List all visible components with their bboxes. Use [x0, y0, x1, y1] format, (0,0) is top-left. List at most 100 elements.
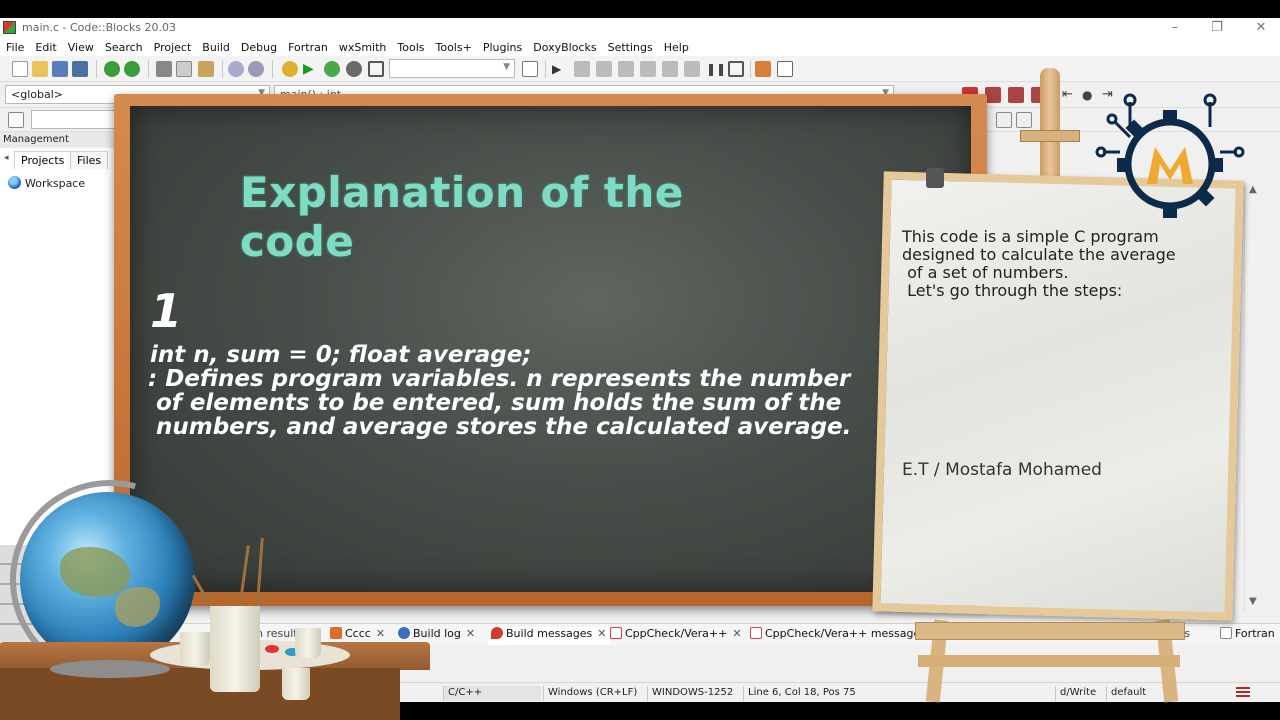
globe-stand — [50, 660, 170, 678]
step-out-icon[interactable] — [640, 61, 656, 77]
main-toolbar: ▶ ▼ ▶ ❚❚ — [0, 56, 1280, 82]
scroll-up-icon[interactable]: ▲ — [1249, 184, 1257, 195]
menu-view[interactable]: View — [62, 38, 99, 54]
explanation-text: : Defines program variables. n represent… — [148, 367, 888, 439]
next-instruction-icon[interactable] — [662, 61, 678, 77]
run-icon[interactable]: ▶ — [303, 61, 319, 77]
step-into-icon[interactable] — [618, 61, 634, 77]
toolbar-separator — [222, 60, 223, 78]
bookmark-next-icon[interactable] — [1008, 87, 1024, 103]
explanation-line: : Defines program variables. n represent… — [148, 366, 851, 392]
paint-cup — [180, 632, 210, 666]
tab-build-messages[interactable]: Build messages ✕ — [488, 627, 610, 645]
menu-debug[interactable]: Debug — [235, 38, 282, 54]
menu-build[interactable]: Build — [196, 38, 235, 54]
menu-edit[interactable]: Edit — [29, 38, 61, 54]
gear-icon — [398, 627, 410, 639]
save-all-icon[interactable] — [72, 61, 88, 77]
debug-windows-icon[interactable] — [755, 61, 771, 77]
chalkboard-frame: Explanation of the code 1 int n, sum = 0… — [114, 94, 987, 606]
editor-scrollbar[interactable]: ▲ ▼ — [1244, 182, 1261, 612]
paper-text: This code is a simple C program designed… — [902, 228, 1222, 300]
copy-icon[interactable] — [176, 61, 192, 77]
restore-button[interactable]: ❐ — [1202, 19, 1232, 37]
app-icon — [3, 21, 16, 34]
next-line-icon[interactable] — [596, 61, 612, 77]
tab-cppcheck[interactable]: CppCheck/Vera++ ✕ — [610, 627, 742, 645]
easel-crossbar — [918, 655, 1180, 667]
paper-line: Let's go through the steps: — [902, 281, 1123, 300]
tab-fortran-partial[interactable]: Fortran — [1220, 627, 1275, 645]
menu-project[interactable]: Project — [148, 38, 197, 54]
close-icon[interactable]: ✕ — [597, 627, 606, 640]
menu-plugins[interactable]: Plugins — [477, 38, 527, 54]
scroll-down-icon[interactable]: ▼ — [1249, 596, 1257, 607]
board-title: Explanation of the code — [240, 168, 684, 266]
search-options-icon[interactable] — [8, 112, 24, 128]
workspace-icon — [8, 176, 21, 189]
status-language: C/C++ — [443, 686, 541, 701]
menu-doxyblocks[interactable]: DoxyBlocks — [527, 38, 601, 54]
menu-tools-plus[interactable]: Tools+ — [430, 38, 477, 54]
close-button[interactable]: ✕ — [1246, 19, 1276, 37]
scope-combo-value: <global> — [11, 88, 63, 101]
document-icon — [610, 627, 622, 639]
menu-help[interactable]: Help — [658, 38, 694, 54]
build-target-combo[interactable]: ▼ — [389, 59, 515, 78]
cccc-icon — [330, 627, 342, 639]
cut-icon[interactable] — [156, 61, 172, 77]
brush-jar — [210, 606, 260, 692]
build-icon[interactable] — [282, 61, 298, 77]
find-icon[interactable] — [228, 61, 244, 77]
close-icon[interactable]: ✕ — [732, 627, 741, 640]
search-input[interactable] — [31, 110, 121, 129]
redo-icon[interactable] — [124, 61, 140, 77]
open-icon[interactable] — [32, 61, 48, 77]
explanation-line: of elements to be entered, sum holds the… — [148, 390, 842, 416]
menu-settings[interactable]: Settings — [602, 38, 658, 54]
bookmark-prev-icon[interactable] — [985, 87, 1001, 103]
match-case-icon[interactable] — [996, 112, 1012, 128]
undo-icon[interactable] — [104, 61, 120, 77]
new-file-icon[interactable] — [12, 61, 28, 77]
pause-icon[interactable]: ❚❚ — [706, 61, 726, 77]
paint-cup — [282, 668, 310, 700]
workspace-item[interactable]: Workspace — [8, 176, 85, 190]
menu-wxsmith[interactable]: wxSmith — [333, 38, 392, 54]
chalkboard: Explanation of the code 1 int n, sum = 0… — [130, 106, 971, 592]
explanation-line: numbers, and average stores the calculat… — [148, 414, 852, 440]
run-to-cursor-icon[interactable] — [574, 61, 590, 77]
build-run-icon[interactable] — [324, 61, 340, 77]
menu-fortran[interactable]: Fortran — [282, 38, 333, 54]
menu-file[interactable]: File — [0, 38, 29, 54]
regex-icon[interactable] — [1016, 112, 1032, 128]
target-options-icon[interactable] — [522, 61, 538, 77]
paste-icon[interactable] — [198, 61, 214, 77]
tab-fortran-label: Fortran — [1235, 627, 1275, 640]
tabs-scroll-left-icon[interactable]: ◂ — [4, 153, 9, 163]
status-position: Line 6, Col 18, Pos 75 — [743, 686, 860, 701]
toolbar-separator — [148, 60, 149, 78]
tab-build-messages-label: Build messages — [506, 627, 593, 640]
save-icon[interactable] — [52, 61, 68, 77]
abort-icon[interactable] — [368, 61, 384, 77]
close-icon[interactable]: ✕ — [376, 627, 385, 640]
tab-projects[interactable]: Projects — [14, 151, 72, 169]
menu-search[interactable]: Search — [99, 38, 148, 54]
jump-back-icon[interactable]: ⇤ — [1062, 87, 1078, 103]
pin-icon — [491, 627, 503, 639]
tab-files[interactable]: Files — [70, 151, 109, 169]
step-instruction-icon[interactable] — [684, 61, 700, 77]
management-tabs: ◂ Projects Files — [0, 151, 115, 169]
minimize-button[interactable]: – — [1160, 19, 1190, 37]
replace-icon[interactable] — [248, 61, 264, 77]
tab-cppcheck-label: CppCheck/Vera++ — [625, 627, 728, 640]
rebuild-icon[interactable] — [346, 61, 362, 77]
easel-mast — [1040, 68, 1060, 188]
stop-debug-icon[interactable] — [728, 61, 744, 77]
tab-cppcheck-messages[interactable]: CppCheck/Vera++ messages✕ — [750, 627, 940, 645]
menu-tools[interactable]: Tools — [391, 38, 429, 54]
close-icon[interactable]: ✕ — [466, 627, 475, 640]
debug-icon[interactable]: ▶ — [552, 61, 568, 77]
various-info-icon[interactable] — [777, 61, 793, 77]
